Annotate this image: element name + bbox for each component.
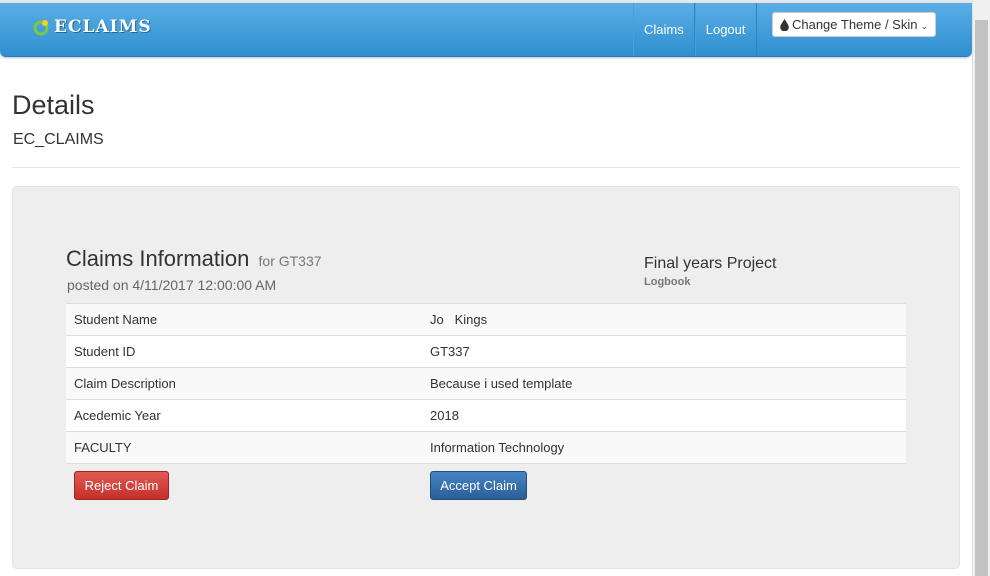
nav-link-logout[interactable]: Logout [694,3,757,56]
page-title: Details [12,90,95,120]
row-value: GT337 [422,335,906,368]
table-row: Student ID GT337 [66,335,906,368]
droplet-icon [780,18,789,31]
change-theme-button[interactable]: Change Theme / Skin ⌄ [772,12,936,37]
row-value: Jo Kings [422,303,906,336]
change-theme-label: Change Theme / Skin [791,17,918,32]
scrollbar-thumb[interactable] [975,20,988,576]
table-row: Acedemic Year 2018 [66,399,906,432]
row-label: Claim Description [66,367,422,400]
divider [12,167,960,168]
claim-info-table: Student Name Jo Kings Student ID GT337 C… [66,303,906,464]
nav-link-claims[interactable]: Claims [633,3,695,56]
claims-heading: Claims Information for GT337 [66,246,322,272]
project-title: Final years Project [644,255,777,272]
vertical-scrollbar[interactable] [972,0,990,576]
row-label: FACULTY [66,431,422,464]
claim-student-ref: for GT337 [258,253,322,269]
table-row: Claim Description Because i used templat… [66,367,906,400]
table-row: Student Name Jo Kings [66,303,906,336]
accept-claim-button[interactable]: Accept Claim [430,471,527,500]
page-subtitle: EC_CLAIMS [13,131,104,148]
row-value: Because i used template [422,367,906,400]
reject-claim-button[interactable]: Reject Claim [74,471,169,500]
row-value: Information Technology [422,431,906,464]
project-subtitle: Logbook [644,276,691,288]
row-label: Student Name [66,303,422,336]
brand-name: ECLAIMS [54,17,152,37]
brand-logo[interactable]: ECLAIMS [32,15,152,39]
nav-links: Claims Logout [633,3,757,56]
posted-date: posted on 4/11/2017 12:00:00 AM [67,277,277,293]
row-label: Acedemic Year [66,399,422,432]
chevron-down-icon: ⌄ [920,21,929,31]
row-label: Student ID [66,335,422,368]
claims-heading-text: Claims Information [66,246,250,271]
eclaims-logo-icon [33,20,49,36]
table-row: FACULTY Information Technology [66,431,906,464]
row-value: 2018 [422,399,906,432]
